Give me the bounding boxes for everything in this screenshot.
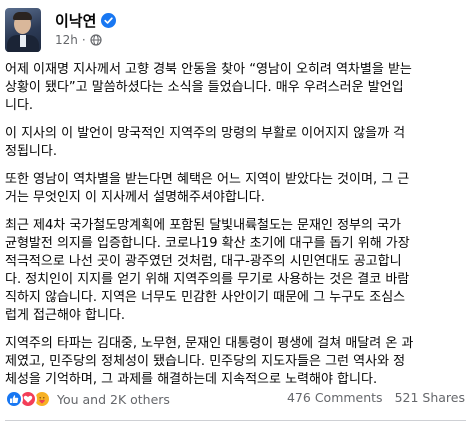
globe-icon[interactable] (90, 34, 102, 46)
meta-separator: · (81, 33, 86, 47)
reaction-icons (5, 390, 51, 408)
reactions-summary[interactable]: You and 2K others (5, 390, 170, 408)
engagement-stats: 476 Comments 521 Shares (287, 390, 465, 405)
like-icon (5, 390, 23, 408)
post-paragraph: 어제 이재명 지사께서 고향 경북 안동을 찾아 “영남이 오히려 역차별을 받… (5, 62, 412, 113)
post-paragraph: 또한 영남이 역차별을 받는다면 혜택은 어느 지역이 받았다는 것이며, 그 … (5, 172, 410, 205)
author-name[interactable]: 이낙연 (55, 10, 96, 31)
facebook-post: 이낙연 12h · 어제 이재명 지사께서 고향 경북 안동을 찾아 “영남이 … (0, 0, 471, 426)
author-avatar[interactable] (5, 8, 41, 52)
reactions-count[interactable]: You and 2K others (57, 392, 170, 407)
comments-count[interactable]: 476 Comments (287, 390, 383, 405)
post-timestamp[interactable]: 12h (55, 33, 78, 47)
shares-count[interactable]: 521 Shares (395, 390, 465, 405)
post-paragraph: 이 지사의 이 발언이 망국적인 지역주의 망령의 부활로 이어지지 않을까 걱… (5, 126, 406, 159)
avatar-shirt (20, 35, 26, 47)
post-paragraph: 지역주의 타파는 김대중, 노무현, 문재인 대통령이 평생에 걸쳐 매달려 온… (5, 336, 414, 387)
verified-badge-icon (101, 12, 117, 28)
footer-divider (5, 420, 466, 421)
post-header: 이낙연 12h · (0, 0, 471, 56)
author-name-row: 이낙연 (55, 9, 117, 31)
post-footer: You and 2K others 476 Comments 521 Share… (0, 384, 471, 416)
post-meta: 12h · (55, 33, 102, 47)
avatar-hair (13, 12, 32, 20)
post-paragraph: 최근 제4차 국가철도망계획에 포함된 달빛내륙철도는 문재인 정부의 국가 균… (5, 218, 410, 323)
post-body: 어제 이재명 지사께서 고향 경북 안동을 찾아 “영남이 오히려 역차별을 받… (5, 61, 467, 399)
